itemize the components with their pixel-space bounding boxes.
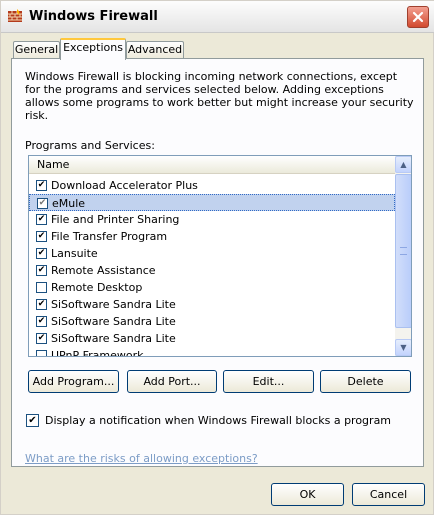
list-item[interactable]: Remote Desktop [29,279,395,296]
item-label: File Transfer Program [51,230,168,243]
list-item[interactable]: Download Accelerator Plus [29,177,395,194]
item-label: SiSoftware Sandra Lite [51,298,176,311]
close-button[interactable] [407,6,429,28]
item-label: SiSoftware Sandra Lite [51,315,176,328]
column-header-name[interactable]: Name [29,156,395,174]
scroll-thumb[interactable] [395,174,411,328]
notify-checkbox[interactable]: ✔ [26,414,39,427]
item-label: Download Accelerator Plus [51,179,198,192]
checkmark-icon: ✔ [28,415,37,426]
add-port-button[interactable]: Add Port... [127,370,217,393]
item-label: Lansuite [51,247,98,260]
tab-exceptions[interactable]: Exceptions [60,38,126,60]
list-item[interactable]: eMule [29,194,395,211]
add-program-button[interactable]: Add Program... [28,370,119,393]
chevron-up-icon: ▲ [400,160,407,169]
scroll-up-button[interactable]: ▲ [395,156,411,173]
item-checkbox[interactable] [36,316,47,327]
delete-button[interactable]: Delete [320,370,411,393]
list-item[interactable]: File and Printer Sharing [29,211,395,228]
item-label: SiSoftware Sandra Lite [51,332,176,345]
title-bar: Windows Firewall [1,1,434,33]
item-label: UPnP Framework [51,349,144,357]
item-label: Remote Assistance [51,264,156,277]
list-item[interactable]: Lansuite [29,245,395,262]
program-rows: Download Accelerator Plus eMule File and… [29,177,395,357]
item-checkbox[interactable] [36,299,47,310]
item-label: Remote Desktop [51,281,143,294]
list-item[interactable]: File Transfer Program [29,228,395,245]
firewall-icon [7,8,23,24]
description-text: Windows Firewall is blocking incoming ne… [25,70,414,122]
item-label: File and Printer Sharing [51,213,180,226]
list-item[interactable]: UPnP Framework [29,347,395,357]
item-checkbox[interactable] [36,350,47,356]
item-checkbox[interactable] [36,180,47,191]
item-checkbox[interactable] [36,265,47,276]
ok-button[interactable]: OK [271,483,344,506]
edit-button[interactable]: Edit... [223,370,314,393]
item-checkbox[interactable] [36,333,47,344]
item-checkbox[interactable] [36,231,47,242]
tab-advanced[interactable]: Advanced [126,41,184,59]
programs-list-label: Programs and Services: [25,139,155,152]
grip-icon [400,247,407,255]
notify-label[interactable]: Display a notification when Windows Fire… [45,414,391,427]
list-item[interactable]: SiSoftware Sandra Lite [29,296,395,313]
tab-general[interactable]: General [13,41,60,59]
list-item[interactable]: SiSoftware Sandra Lite [29,313,395,330]
programs-list[interactable]: Name Download Accelerator Plus eMule Fil… [28,155,412,357]
item-label: eMule [52,197,86,210]
cancel-button[interactable]: Cancel [352,483,425,506]
vertical-scrollbar[interactable]: ▲ ▼ [395,156,411,356]
list-item[interactable]: SiSoftware Sandra Lite [29,330,395,347]
close-icon [412,11,424,23]
firewall-window: Windows Firewall General Exceptions Adva… [0,0,434,515]
item-checkbox[interactable] [36,214,47,225]
chevron-down-icon: ▼ [400,343,407,352]
item-checkbox[interactable] [36,248,47,259]
list-item[interactable]: Remote Assistance [29,262,395,279]
exceptions-panel: Windows Firewall is blocking incoming ne… [11,58,424,467]
item-checkbox[interactable] [36,282,47,293]
risks-help-link[interactable]: What are the risks of allowing exception… [25,452,258,465]
scroll-down-button[interactable]: ▼ [395,339,411,356]
window-title: Windows Firewall [29,9,158,24]
item-checkbox[interactable] [37,198,48,209]
